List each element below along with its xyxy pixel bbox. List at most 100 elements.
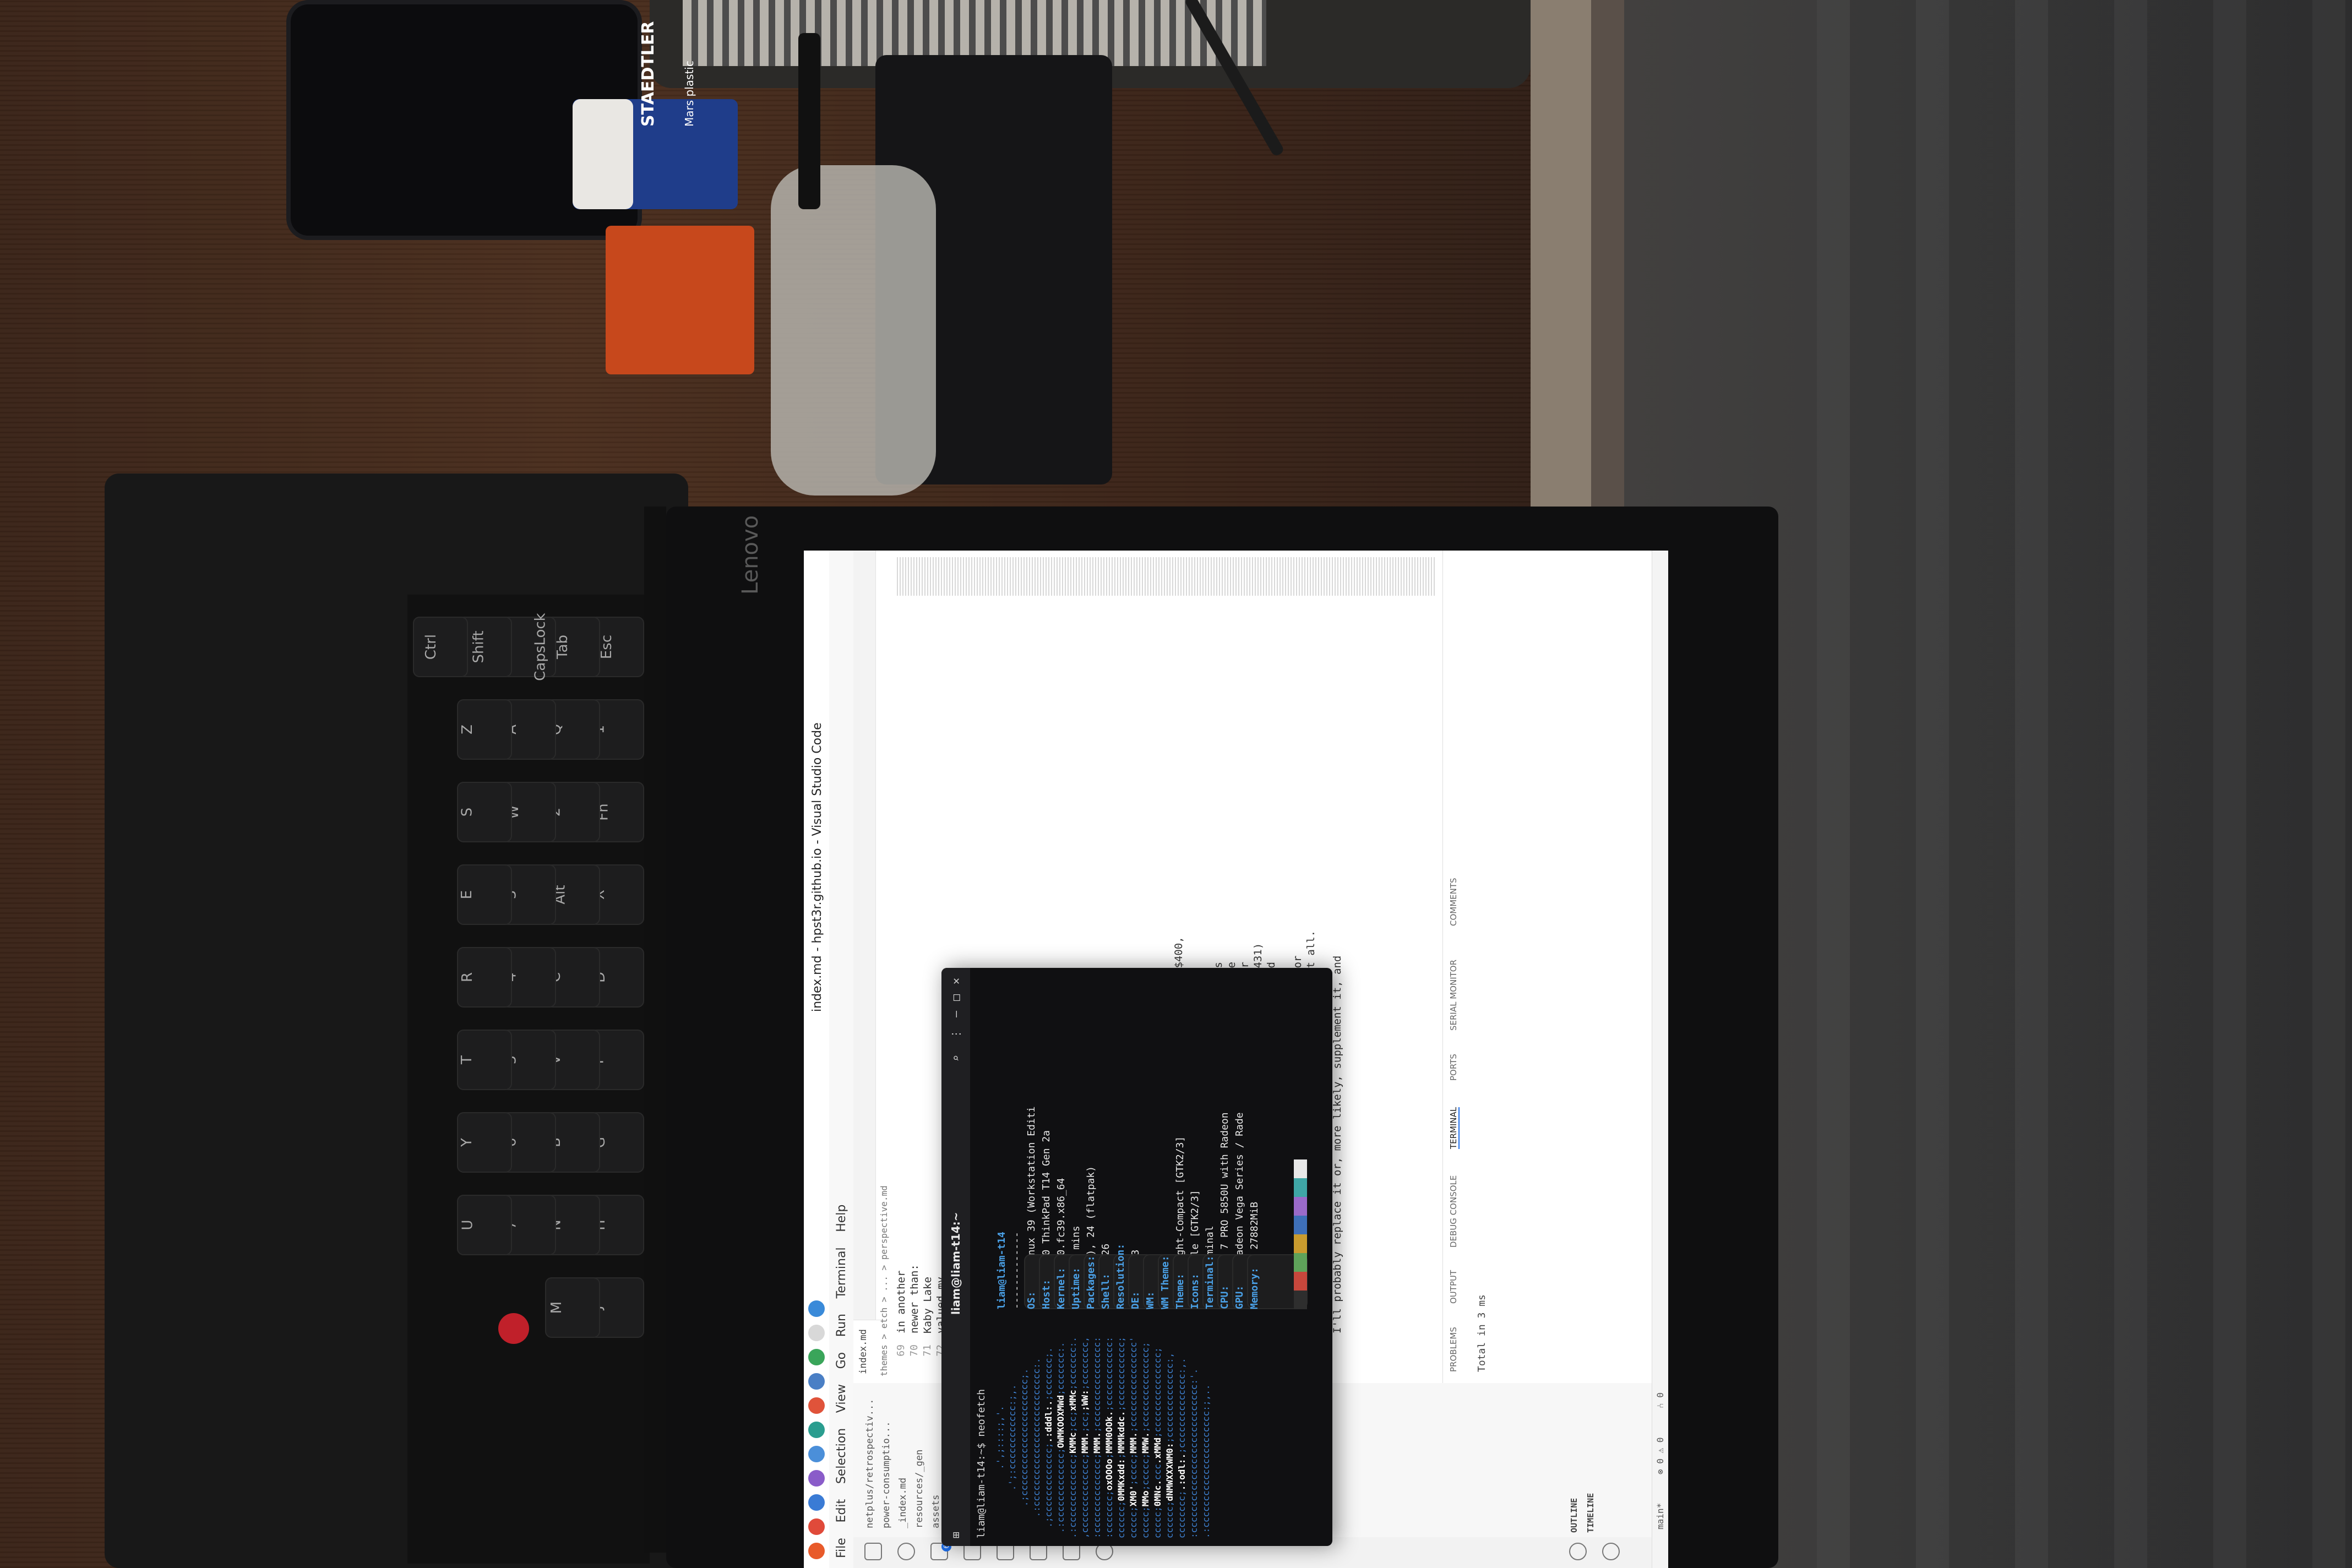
key-label: Tab	[554, 634, 571, 660]
code-line[interactable]: I'll probably replace it or, more likely…	[1331, 607, 1344, 1333]
neofetch-row: Memory: 9112MiB / 27882MiB	[1247, 973, 1308, 1309]
menu-file[interactable]: File	[835, 1538, 848, 1558]
code-line[interactable]: newer than:	[908, 607, 922, 1333]
keyboard-key[interactable]: U	[457, 1195, 512, 1255]
files-icon[interactable]	[808, 1494, 825, 1511]
terminal-window[interactable]: ⊞ liam@liam-t14:~ ⌕ ⋮ – □ ✕ liam@liam-t1…	[941, 968, 1332, 1546]
new-tab-icon[interactable]: ⊞	[949, 1532, 962, 1538]
keyboard-key[interactable]: Ctrl	[413, 617, 468, 677]
code-line[interactable]: Kaby Lake	[922, 607, 935, 1333]
problems-indicator[interactable]: ⊗ 0 ⚠ 0	[1655, 1438, 1665, 1474]
explorer-item[interactable]: _index.md	[897, 1478, 908, 1528]
neofetch-row: Theme: Orchis-Light-Compact [GTK2/3]	[1173, 973, 1233, 1309]
manage-gear-icon[interactable]	[1602, 1543, 1620, 1560]
neofetch-row: CPU: AMD Ryzen 7 PRO 5850U with Radeon	[1217, 973, 1278, 1309]
breadcrumb[interactable]: themes > etch > ... > perspective.md	[879, 1185, 889, 1376]
panel-tab[interactable]: PROBLEMS	[1449, 1327, 1458, 1372]
menu-view[interactable]: View	[835, 1384, 848, 1413]
neofetch-row: Terminal: gnome-terminal	[1202, 973, 1263, 1309]
key-label: E	[459, 890, 476, 900]
key-label: U	[459, 1219, 476, 1231]
menu-selection[interactable]: Selection	[835, 1428, 848, 1484]
chrome-icon[interactable]	[808, 1518, 825, 1535]
line-number: 71	[922, 1344, 933, 1357]
menu-bar: File Edit Selection View Go Run Terminal…	[829, 551, 854, 1568]
editor-icon[interactable]	[808, 1470, 825, 1487]
chat-icon[interactable]	[808, 1349, 825, 1365]
neofetch-row: WM: Mutter	[1143, 973, 1204, 1309]
terminal-app-icon[interactable]	[808, 1373, 825, 1390]
explorer-item-label: power-consumptio...	[881, 1421, 892, 1528]
minimize-icon[interactable]: –	[949, 1011, 962, 1017]
keyboard: EscTabCapsLockShiftCtrl1QAZFn2WSXAlt3EDC…	[407, 595, 650, 1564]
keyboard-key[interactable]: E	[457, 864, 512, 925]
laptop-screen: index.md - hpst3r.github.io - Visual Stu…	[804, 551, 1668, 1568]
neofetch-row: Uptime: 4 days, 5 mins	[1069, 973, 1129, 1309]
search-icon[interactable]	[897, 1543, 915, 1560]
firefox-icon[interactable]	[808, 1543, 825, 1559]
menu-edit[interactable]: Edit	[835, 1499, 848, 1523]
explorer-item[interactable]: power-consumptio...	[881, 1422, 892, 1528]
editor-tabs: index.md	[853, 551, 884, 1383]
software-icon[interactable]	[808, 1397, 825, 1414]
keyboard-key[interactable]: S	[457, 782, 512, 842]
panel-tab[interactable]: PORTS	[1449, 1054, 1458, 1081]
neofetch-info: liam@liam-t14 ------------- OS: Fedora L…	[994, 973, 1308, 1309]
user-host: liam@liam-t14	[996, 1232, 1008, 1309]
color-palette	[1294, 1159, 1309, 1309]
account-icon[interactable]	[1569, 1543, 1587, 1560]
neofetch-row: Host: 20XLS1M700 ThinkPad T14 Gen 2a	[1039, 973, 1099, 1309]
panel-tab[interactable]: COMMENTS	[1449, 878, 1458, 926]
line-number: 70	[908, 1344, 920, 1357]
terminal-header: ⊞ liam@liam-t14:~ ⌕ ⋮ – □ ✕	[941, 968, 970, 1546]
eraser-sleeve	[573, 99, 633, 209]
menu-run[interactable]: Run	[835, 1314, 848, 1337]
plastic-bag	[771, 165, 936, 496]
explorer-icon[interactable]	[864, 1543, 882, 1560]
palette-swatch	[1294, 1216, 1307, 1234]
laptop-hinge	[644, 507, 666, 1553]
settings-icon[interactable]	[808, 1446, 825, 1462]
keyboard-key[interactable]: R	[457, 947, 512, 1008]
panel-tab[interactable]: DEBUG CONSOLE	[1449, 1175, 1458, 1248]
code-line[interactable]: in another	[895, 607, 908, 1333]
key-label: M	[548, 1301, 565, 1314]
outline-section[interactable]: OUTLINE	[1569, 1498, 1579, 1533]
panel-output-text: Total in 3 ms	[1476, 1294, 1488, 1372]
branch-indicator[interactable]: main*	[1655, 1503, 1665, 1529]
keyboard-key[interactable]: T	[457, 1030, 512, 1090]
panel-tab[interactable]: TERMINAL	[1449, 1107, 1460, 1149]
explorer-item[interactable]: netplus/retrospectiv...	[864, 1399, 875, 1528]
menu-go[interactable]: Go	[835, 1352, 848, 1369]
panel-tab[interactable]: SERIAL MONITOR	[1449, 960, 1458, 1031]
menu-terminal[interactable]: Terminal	[835, 1247, 848, 1298]
status-bar: main* ⊗ 0 ⚠ 0 ⑃ 0	[1652, 551, 1668, 1568]
trackpoint[interactable]	[498, 1313, 529, 1344]
key-label: R	[459, 972, 476, 983]
ports-indicator[interactable]: ⑃ 0	[1655, 1392, 1665, 1408]
key-label: Z	[459, 725, 476, 734]
terminal-menu-icon[interactable]: ⋮	[949, 1028, 962, 1039]
keyboard-key[interactable]: M	[545, 1277, 600, 1338]
key-label: CapsLock	[532, 613, 549, 681]
neofetch-row: Packages: 2486 (rpm), 24 (flatpak)	[1084, 973, 1144, 1309]
minimap[interactable]	[895, 557, 1435, 596]
keyboard-key[interactable]: Y	[457, 1112, 512, 1173]
menu-help[interactable]: Help	[835, 1205, 848, 1232]
panel-tab[interactable]: OUTPUT	[1449, 1270, 1458, 1304]
timeline-section[interactable]: TIMELINE	[1586, 1493, 1596, 1533]
key-label: Ctrl	[423, 634, 440, 660]
neofetch-row: DE: GNOME 45.3	[1128, 973, 1189, 1309]
trash-icon[interactable]	[808, 1325, 825, 1341]
close-icon[interactable]: ✕	[949, 978, 962, 984]
neofetch-row: Resolution: 1920x1080	[1113, 973, 1174, 1309]
explorer-item-label: resources/_gen	[914, 1449, 925, 1528]
explorer-item[interactable]: resources/_gen	[914, 1450, 925, 1528]
vscode-icon[interactable]	[808, 1300, 825, 1317]
explorer-item[interactable]: assets	[930, 1495, 941, 1528]
app-icon[interactable]	[808, 1422, 825, 1438]
keyboard-key[interactable]: Z	[457, 699, 512, 760]
eraser-brand: STAEDTLER	[639, 21, 658, 127]
maximize-icon[interactable]: □	[949, 994, 962, 1001]
terminal-search-icon[interactable]: ⌕	[949, 1055, 962, 1061]
